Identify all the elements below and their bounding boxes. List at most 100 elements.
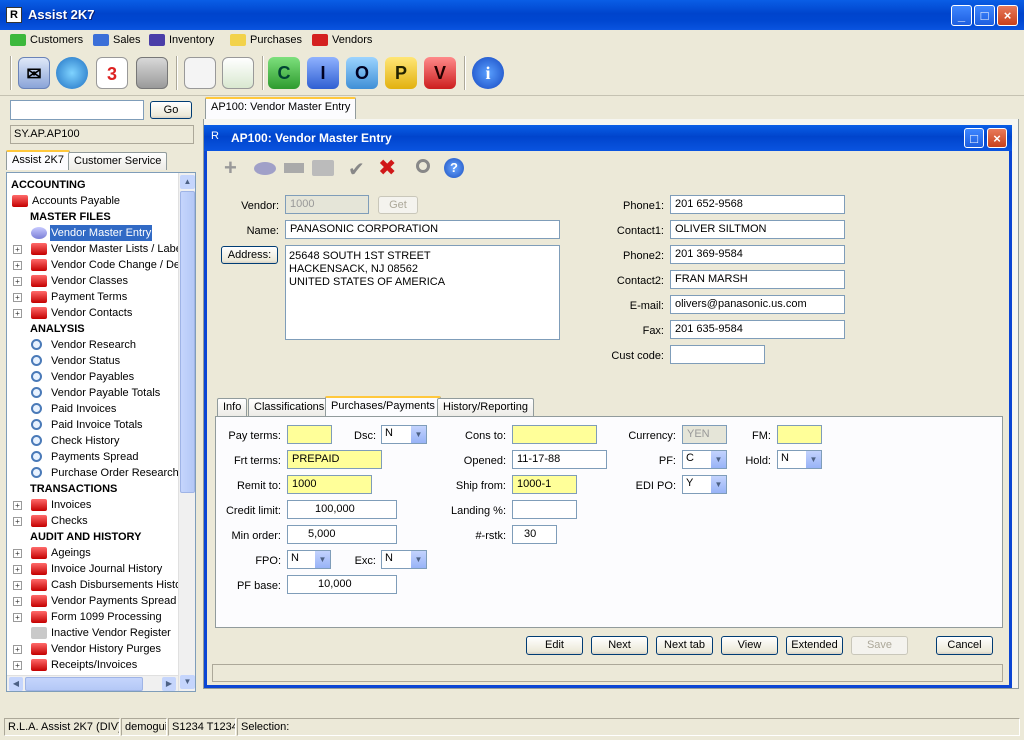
cancel-button[interactable]: Cancel [936,636,993,655]
expand-icon[interactable]: + [13,549,22,558]
contact2-field[interactable]: FRAN MARSH [670,270,845,289]
edit-button[interactable]: Edit [526,636,583,655]
menu-inventory[interactable]: Inventory [149,33,214,49]
tab-classifications[interactable]: Classifications [248,398,331,416]
tree-horizontal-scrollbar[interactable]: ◀ ▶ [7,675,178,691]
menu-customers[interactable]: Customers [10,33,83,49]
chevron-down-icon: ▼ [410,551,426,568]
tree-item-label: Vendor Payable Totals [51,387,161,399]
expand-icon[interactable]: + [13,613,22,622]
credit-field[interactable]: 100,000 [287,500,397,519]
vendors-module-icon[interactable]: V [424,57,456,89]
get-button[interactable]: Get [378,196,418,214]
dsc-select[interactable]: N ▼ [381,425,427,444]
go-button[interactable]: Go [150,101,192,119]
inventory-module-icon[interactable]: I [307,57,339,89]
tab-assist[interactable]: Assist 2K7 [6,150,70,170]
email-field[interactable]: olivers@panasonic.us.com [670,295,845,314]
edipo-select[interactable]: Y ▼ [682,475,727,494]
minorder-field[interactable]: 5,000 [287,525,397,544]
currency-field[interactable]: YEN [682,425,727,444]
exc-select[interactable]: N ▼ [381,550,427,569]
calendar-icon[interactable]: 3 [96,57,128,89]
opened-field[interactable]: 11-17-88 [512,450,607,469]
next-tab-button[interactable]: Next tab [656,636,713,655]
fpo-select[interactable]: N ▼ [287,550,331,569]
phone1-field[interactable]: 201 652-9568 [670,195,845,214]
delete-icon[interactable]: ✖ [378,156,396,181]
close-window-button[interactable]: × [987,128,1007,148]
maximize-button[interactable]: □ [974,5,995,26]
customers-module-icon[interactable]: C [268,57,300,89]
contact1-label: Contact1: [616,225,664,237]
purchases-module-icon[interactable]: P [385,57,417,89]
rstk-field[interactable]: 30 [512,525,557,544]
expand-icon[interactable]: + [13,517,22,526]
tab-ap100[interactable]: AP100: Vendor Master Entry [205,97,357,119]
check-icon[interactable]: ✔ [348,157,365,181]
expand-icon[interactable]: + [13,261,22,270]
vendor-label: Vendor: [241,200,279,212]
expand-icon[interactable]: + [13,565,22,574]
expand-icon[interactable]: + [13,309,22,318]
shipfrom-field[interactable]: 1000-1 [512,475,577,494]
close-button[interactable]: × [997,5,1018,26]
expand-icon[interactable]: + [13,245,22,254]
pfbase-field[interactable]: 10,000 [287,575,397,594]
search-input[interactable] [10,100,144,120]
orders-module-icon[interactable]: O [346,57,378,89]
frtterms-field[interactable]: PREPAID [287,450,382,469]
landing-field[interactable] [512,500,577,519]
remitto-field[interactable]: 1000 [287,475,372,494]
add-icon[interactable]: + [224,157,244,179]
expand-icon[interactable]: + [13,277,22,286]
restore-button[interactable]: □ [964,128,984,148]
minus-icon[interactable] [284,163,304,173]
expand-icon[interactable]: + [13,661,22,670]
pf-select[interactable]: C ▼ [682,450,727,469]
help-icon[interactable]: ? [444,158,464,178]
tree-vertical-scrollbar[interactable]: ▲ ▼ [178,173,195,691]
expand-icon[interactable]: + [13,597,22,606]
info-icon[interactable]: i [472,57,504,89]
address-button[interactable]: Address: [221,246,278,264]
tree-item-label: AUDIT AND HISTORY [30,531,142,543]
expand-icon[interactable]: + [13,293,22,302]
next-button[interactable]: Next [591,636,648,655]
contact1-field[interactable]: OLIVER SILTMON [670,220,845,239]
payterms-field[interactable] [287,425,332,444]
globe-icon[interactable] [56,57,88,89]
contact-card-icon[interactable] [184,57,216,89]
expand-icon[interactable]: + [13,501,22,510]
search-icon[interactable] [416,159,430,173]
menu-sales[interactable]: Sales [93,33,141,49]
menu-vendors[interactable]: Vendors [312,33,372,49]
phone2-field[interactable]: 201 369-9584 [670,245,845,264]
consto-field[interactable] [512,425,597,444]
name-label: Name: [246,225,279,237]
custcode-field[interactable] [670,345,765,364]
vendor-field[interactable]: 1000 [285,195,369,214]
tab-info[interactable]: Info [217,398,248,416]
chevron-down-icon: ▼ [314,551,330,568]
expand-icon[interactable]: + [13,645,22,654]
address-textarea[interactable]: 25648 SOUTH 1ST STREET HACKENSACK, NJ 08… [285,245,560,340]
tab-history-reporting[interactable]: History/Reporting [437,398,534,416]
view-button[interactable]: View [721,636,778,655]
menu-purchases[interactable]: Purchases [230,33,302,49]
expand-icon[interactable]: + [13,581,22,590]
tab-purchases-payments[interactable]: Purchases/Payments [325,396,441,418]
fm-field[interactable] [777,425,822,444]
fax-field[interactable]: 201 635-9584 [670,320,845,339]
erase-icon[interactable] [254,162,276,175]
tab-customer-service[interactable]: Customer Service [68,152,168,170]
report-icon[interactable] [222,57,254,89]
name-field[interactable]: PANASONIC CORPORATION [285,220,560,239]
hold-select[interactable]: N ▼ [777,450,822,469]
print-icon[interactable] [312,160,334,176]
minimize-button[interactable]: _ [951,5,972,26]
calculator-icon[interactable] [136,57,168,89]
mail-icon[interactable]: ✉ [18,57,50,89]
extended-button[interactable]: Extended [786,636,843,655]
save-button[interactable]: Save [851,636,908,655]
